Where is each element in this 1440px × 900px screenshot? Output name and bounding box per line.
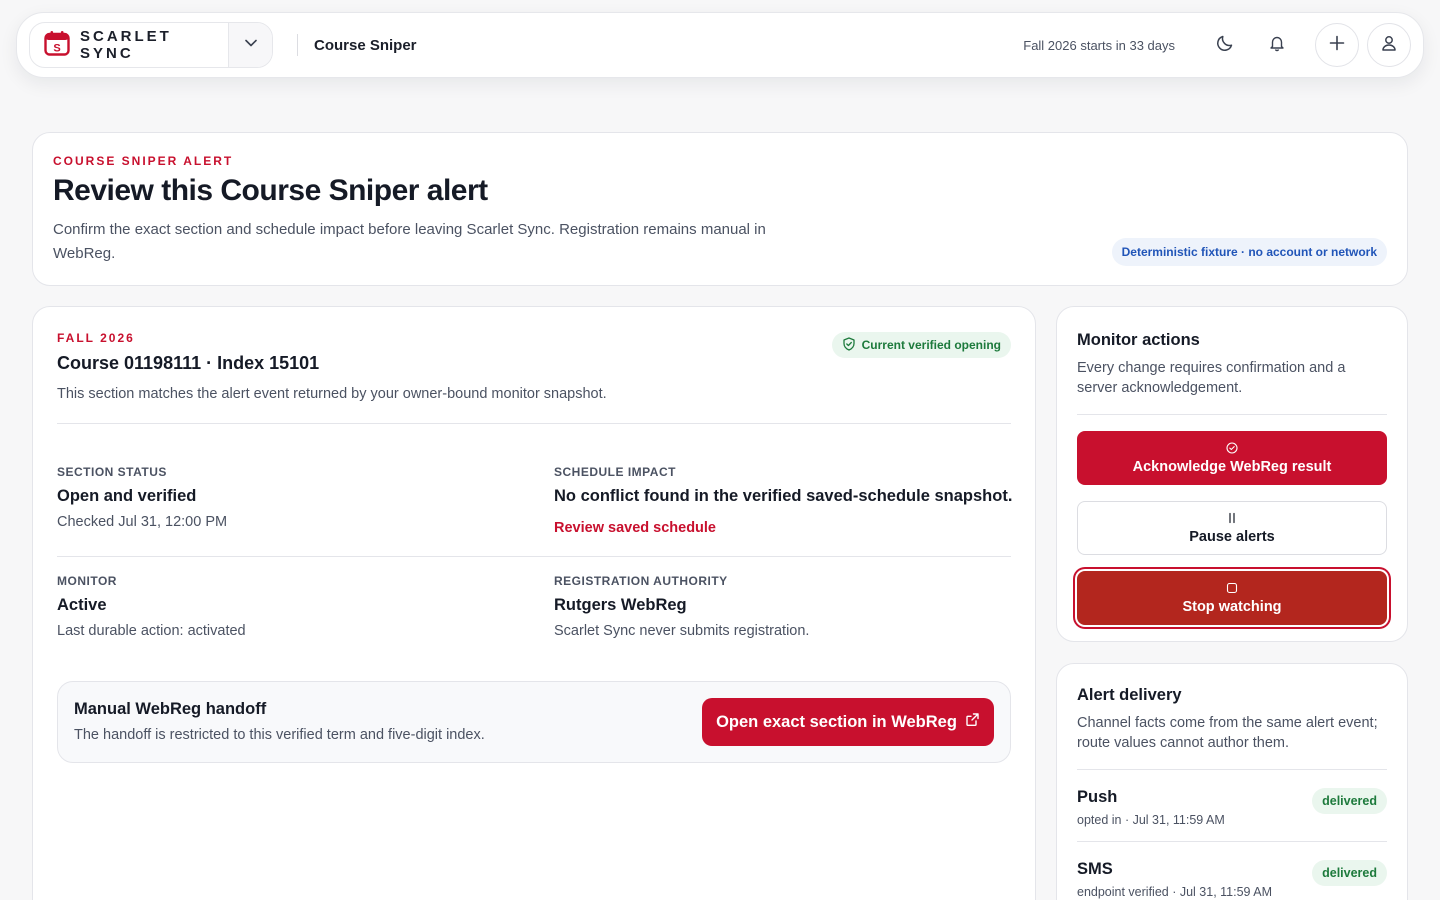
alert-hero-card: COURSE SNIPER ALERT Review this Course S… (32, 132, 1408, 286)
topbar-divider (297, 34, 298, 56)
top-navigation-bar: S SCARLET SYNC Course Sniper Fall 2026 s… (16, 12, 1424, 78)
monitor-cell: MONITOR Active Last durable action: acti… (57, 574, 246, 639)
stop-watching-label: Stop watching (1182, 599, 1282, 615)
pause-alerts-label: Pause alerts (1189, 529, 1275, 545)
alert-delivery-title: Alert delivery (1077, 686, 1182, 704)
schedule-impact-value: No conflict found in the verified saved-… (554, 487, 1013, 505)
registration-authority-value: Rutgers WebReg (554, 596, 687, 614)
shield-check-icon (842, 336, 862, 354)
chevron-down-icon (243, 35, 259, 56)
channel-meta: endpoint verified · Jul 31, 11:59 AM (1077, 885, 1273, 899)
stop-watching-button[interactable]: Stop watching (1077, 571, 1387, 625)
section-status-meta: Checked Jul 31, 12:00 PM (57, 514, 228, 530)
account-button[interactable] (1367, 23, 1411, 67)
pause-icon (1226, 511, 1238, 525)
monitor-meta: Last durable action: activated (57, 623, 246, 639)
divider (57, 556, 1011, 557)
page-label: Course Sniper (314, 36, 417, 54)
section-status-cell: SECTION STATUS Open and verified Checked… (57, 465, 227, 530)
review-saved-schedule-link[interactable]: Review saved schedule (554, 520, 1012, 536)
status-badge: delivered (1312, 860, 1387, 886)
course-subtitle: This section matches the alert event ret… (57, 386, 607, 402)
bell-icon (1268, 34, 1286, 57)
verified-opening-badge: Current verified opening (831, 332, 1011, 358)
term-countdown: Fall 2026 starts in 33 days (1023, 37, 1175, 53)
acknowledge-webreg-label: Acknowledge WebReg result (1132, 459, 1332, 475)
registration-authority-label: REGISTRATION AUTHORITY (554, 574, 728, 588)
brand-home-link[interactable]: S SCARLET SYNC (30, 23, 228, 67)
open-webreg-label: Open exact section in WebReg (716, 712, 957, 731)
monitor-actions-card: Monitor actions Every change requires co… (1056, 306, 1408, 642)
fixture-badge: Deterministic fixture · no account or ne… (1111, 238, 1387, 266)
section-detail-card: FALL 2026 Course 01198111 · Index 15101 … (32, 306, 1036, 900)
check-circle-icon (1226, 441, 1238, 455)
page-title: Review this Course Sniper alert (53, 174, 488, 207)
alert-delivery-description: Channel facts come from the same alert e… (1077, 715, 1378, 751)
section-status-label: SECTION STATUS (57, 465, 167, 479)
status-badge: delivered (1312, 788, 1387, 814)
external-link-icon (957, 712, 980, 732)
list-item: Push opted in · Jul 31, 11:59 AM deliver… (1077, 770, 1387, 827)
registration-authority-meta: Scarlet Sync never submits registration. (554, 623, 810, 639)
pause-alerts-button[interactable]: Pause alerts (1077, 501, 1387, 555)
monitor-label: MONITOR (57, 574, 117, 588)
brand-menu-toggle[interactable] (228, 23, 272, 67)
monitor-actions-title: Monitor actions (1077, 331, 1200, 349)
channel-meta: opted in · Jul 31, 11:59 AM (1077, 813, 1225, 827)
theme-toggle-button[interactable] (1203, 23, 1247, 67)
moon-icon (1215, 33, 1235, 58)
brand-switcher: S SCARLET SYNC (29, 22, 273, 68)
verified-opening-label: Current verified opening (861, 338, 1001, 352)
hero-eyebrow: COURSE SNIPER ALERT (53, 154, 234, 168)
schedule-impact-cell: SCHEDULE IMPACT No conflict found in the… (554, 465, 1012, 536)
monitor-value: Active (57, 596, 107, 614)
alert-delivery-card: Alert delivery Channel facts come from t… (1056, 663, 1408, 900)
divider (57, 423, 1011, 424)
schedule-impact-label: SCHEDULE IMPACT (554, 465, 676, 479)
webreg-handoff-panel: Manual WebReg handoff The handoff is res… (57, 681, 1011, 763)
notifications-button[interactable] (1255, 23, 1299, 67)
registration-authority-cell: REGISTRATION AUTHORITY Rutgers WebReg Sc… (554, 574, 809, 639)
user-icon (1380, 34, 1398, 57)
open-webreg-button[interactable]: Open exact section in WebReg (702, 698, 994, 746)
hero-description: Confirm the exact section and schedule i… (53, 221, 766, 262)
section-status-value: Open and verified (57, 487, 197, 505)
plus-icon (1328, 34, 1346, 57)
brand-name: SCARLET SYNC (80, 28, 172, 62)
stop-square-icon (1226, 581, 1238, 595)
monitor-actions-description: Every change requires confirmation and a… (1077, 360, 1346, 396)
topbar-actions: Fall 2026 starts in 33 days (1023, 23, 1411, 67)
svg-text:S: S (53, 42, 60, 54)
calendar-logo-icon: S (44, 30, 70, 61)
add-button[interactable] (1315, 23, 1359, 67)
divider (1077, 414, 1387, 415)
acknowledge-webreg-button[interactable]: Acknowledge WebReg result (1077, 431, 1387, 485)
list-item: SMS endpoint verified · Jul 31, 11:59 AM… (1077, 842, 1387, 899)
